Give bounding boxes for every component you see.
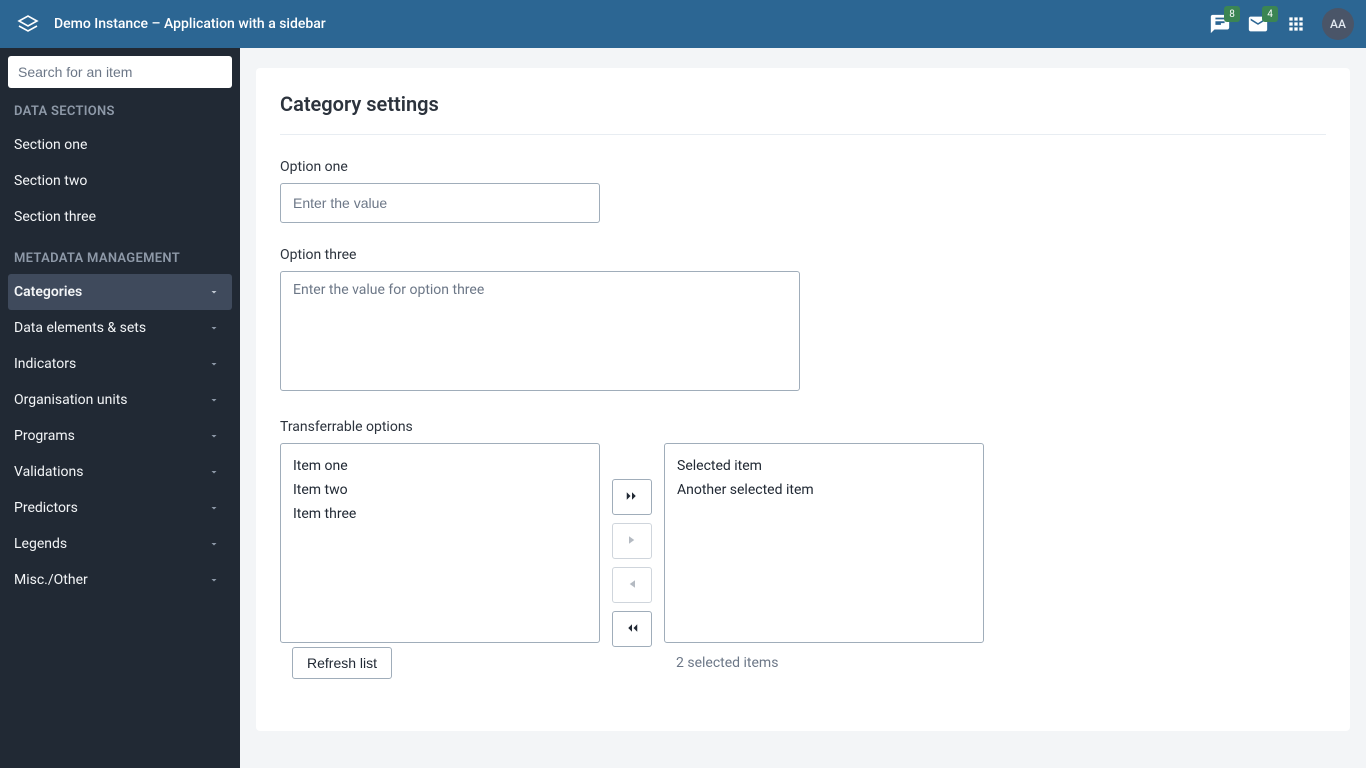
transfer-item[interactable]: Item one — [281, 454, 599, 478]
sidebar-item-label: Section one — [14, 137, 87, 153]
apps-icon[interactable] — [1284, 12, 1308, 36]
transfer-picked-column: Selected item Another selected item 2 se… — [664, 443, 984, 683]
sidebar: DATA SECTIONS Section one Section two Se… — [0, 48, 240, 768]
chevron-down-icon — [206, 572, 222, 588]
transfer-source-list[interactable]: Item one Item two Item three — [280, 443, 600, 643]
sidebar-group-metadata: METADATA MANAGEMENT Categories Data elem… — [8, 247, 232, 598]
sidebar-item-misc-other[interactable]: Misc./Other — [8, 562, 232, 598]
sidebar-item-label: Section two — [14, 173, 87, 189]
double-arrow-right-icon — [623, 487, 641, 508]
sidebar-heading: DATA SECTIONS — [8, 100, 232, 127]
transfer-item[interactable]: Selected item — [665, 454, 983, 478]
transfer-item[interactable]: Item three — [281, 502, 599, 526]
settings-card: Category settings Option one Option thre… — [256, 68, 1350, 731]
sidebar-item-label: Misc./Other — [14, 572, 88, 588]
sidebar-group-data-sections: DATA SECTIONS Section one Section two Se… — [8, 100, 232, 235]
sidebar-item-validations[interactable]: Validations — [8, 454, 232, 490]
arrow-left-icon — [623, 575, 641, 596]
sidebar-heading: METADATA MANAGEMENT — [8, 247, 232, 274]
field-option-three: Option three — [280, 247, 800, 395]
sidebar-item-label: Organisation units — [14, 392, 128, 408]
user-avatar[interactable]: AA — [1322, 8, 1354, 40]
sidebar-item-legends[interactable]: Legends — [8, 526, 232, 562]
field-option-one: Option one — [280, 159, 800, 223]
option-one-input[interactable] — [280, 183, 600, 223]
move-all-left-button[interactable] — [612, 611, 652, 647]
sidebar-item-data-elements[interactable]: Data elements & sets — [8, 310, 232, 346]
app-logo-icon[interactable] — [16, 12, 40, 36]
transfer-source-column: Item one Item two Item three Refresh lis… — [280, 443, 600, 683]
messages-badge: 8 — [1224, 6, 1240, 22]
option-three-textarea[interactable] — [280, 271, 800, 391]
transfer-status-text: 2 selected items — [664, 655, 778, 671]
option-three-label: Option three — [280, 247, 800, 263]
mail-icon[interactable]: 4 — [1246, 12, 1270, 36]
move-right-button[interactable] — [612, 523, 652, 559]
move-left-button[interactable] — [612, 567, 652, 603]
chevron-down-icon — [206, 536, 222, 552]
arrow-right-icon — [623, 531, 641, 552]
header-actions: 8 4 AA — [1208, 8, 1354, 40]
header-bar: Demo Instance – Application with a sideb… — [0, 0, 1366, 48]
sidebar-item-label: Section three — [14, 209, 96, 225]
sidebar-item-section-one[interactable]: Section one — [8, 127, 232, 163]
refresh-list-button[interactable]: Refresh list — [292, 647, 392, 679]
sidebar-item-label: Data elements & sets — [14, 320, 146, 336]
chevron-down-icon — [206, 392, 222, 408]
sidebar-item-label: Indicators — [14, 356, 76, 372]
chevron-down-icon — [206, 356, 222, 372]
page-title: Category settings — [280, 92, 1326, 135]
sidebar-item-label: Predictors — [14, 500, 78, 516]
sidebar-item-predictors[interactable]: Predictors — [8, 490, 232, 526]
transfer-item[interactable]: Item two — [281, 478, 599, 502]
sidebar-item-section-three[interactable]: Section three — [8, 199, 232, 235]
double-arrow-left-icon — [623, 619, 641, 640]
chevron-down-icon — [206, 284, 222, 300]
sidebar-item-categories[interactable]: Categories — [8, 274, 232, 310]
transfer-controls — [612, 443, 652, 647]
move-all-right-button[interactable] — [612, 479, 652, 515]
messages-icon[interactable]: 8 — [1208, 12, 1232, 36]
sidebar-item-indicators[interactable]: Indicators — [8, 346, 232, 382]
transfer-label: Transferrable options — [280, 419, 1326, 435]
sidebar-item-label: Categories — [14, 284, 82, 300]
transfer-item[interactable]: Another selected item — [665, 478, 983, 502]
chevron-down-icon — [206, 320, 222, 336]
sidebar-item-label: Validations — [14, 464, 83, 480]
sidebar-item-organisation-units[interactable]: Organisation units — [8, 382, 232, 418]
transfer-picked-list[interactable]: Selected item Another selected item — [664, 443, 984, 643]
field-transfer: Transferrable options Item one Item two … — [280, 419, 1326, 683]
transfer-widget: Item one Item two Item three Refresh lis… — [280, 443, 1326, 683]
chevron-down-icon — [206, 500, 222, 516]
chevron-down-icon — [206, 464, 222, 480]
chevron-down-icon — [206, 428, 222, 444]
sidebar-search-input[interactable] — [8, 56, 232, 88]
transfer-source-footer: Refresh list — [280, 643, 600, 683]
main-content: Category settings Option one Option thre… — [240, 48, 1366, 768]
transfer-picked-footer: 2 selected items — [664, 643, 984, 683]
option-one-label: Option one — [280, 159, 800, 175]
sidebar-item-label: Programs — [14, 428, 75, 444]
mail-badge: 4 — [1262, 6, 1278, 22]
sidebar-item-section-two[interactable]: Section two — [8, 163, 232, 199]
app-title: Demo Instance – Application with a sideb… — [54, 16, 1208, 32]
sidebar-item-programs[interactable]: Programs — [8, 418, 232, 454]
sidebar-item-label: Legends — [14, 536, 67, 552]
